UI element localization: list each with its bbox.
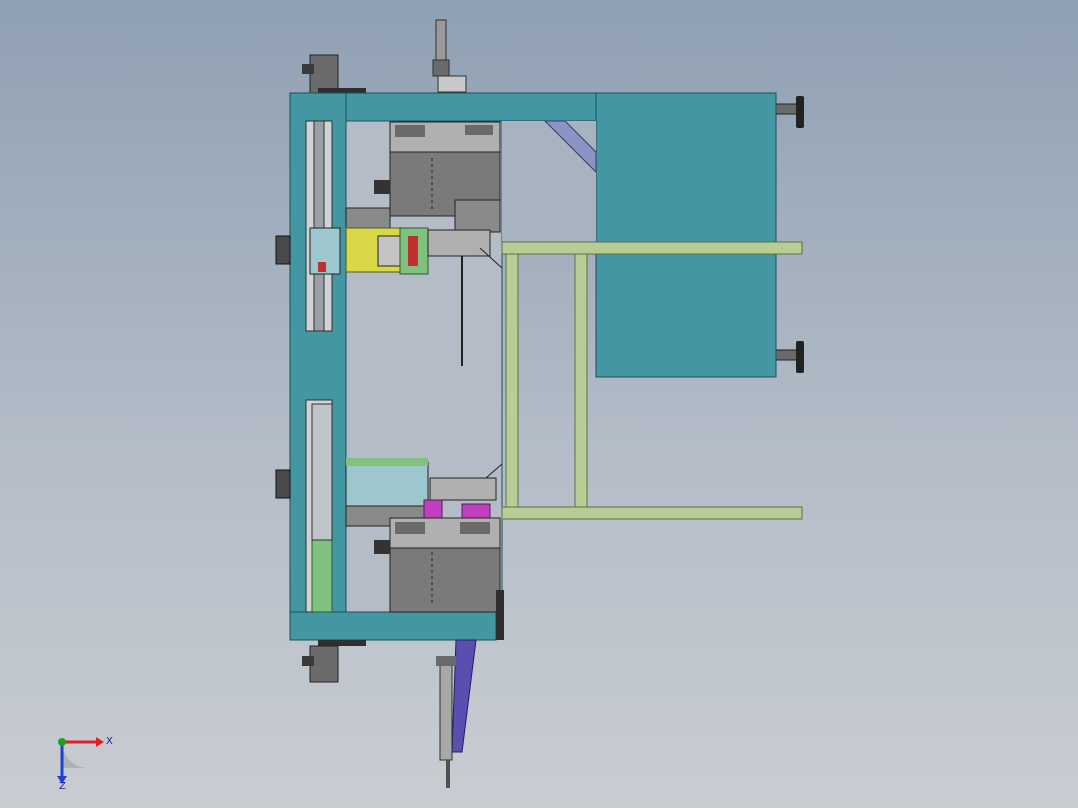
z-axis-label: Z bbox=[59, 781, 66, 790]
orientation-triad[interactable]: X Z bbox=[50, 730, 120, 790]
cad-viewport[interactable] bbox=[0, 0, 1078, 808]
triad-shadow bbox=[62, 742, 88, 768]
bottom-left-gearbox bbox=[302, 640, 366, 683]
x-axis-label: X bbox=[106, 736, 113, 747]
right-knob-top[interactable] bbox=[775, 96, 804, 128]
x-axis-arrowhead bbox=[96, 737, 104, 747]
bottom-violet-plate bbox=[436, 639, 477, 788]
upper-machine-module bbox=[374, 121, 501, 233]
top-sensor-post bbox=[432, 19, 467, 93]
top-left-gearbox bbox=[302, 54, 366, 94]
y-axis-dot bbox=[58, 738, 66, 746]
right-knob-bottom[interactable] bbox=[775, 341, 804, 373]
left-motor-lower bbox=[275, 469, 291, 499]
main-frame[interactable] bbox=[289, 92, 777, 641]
